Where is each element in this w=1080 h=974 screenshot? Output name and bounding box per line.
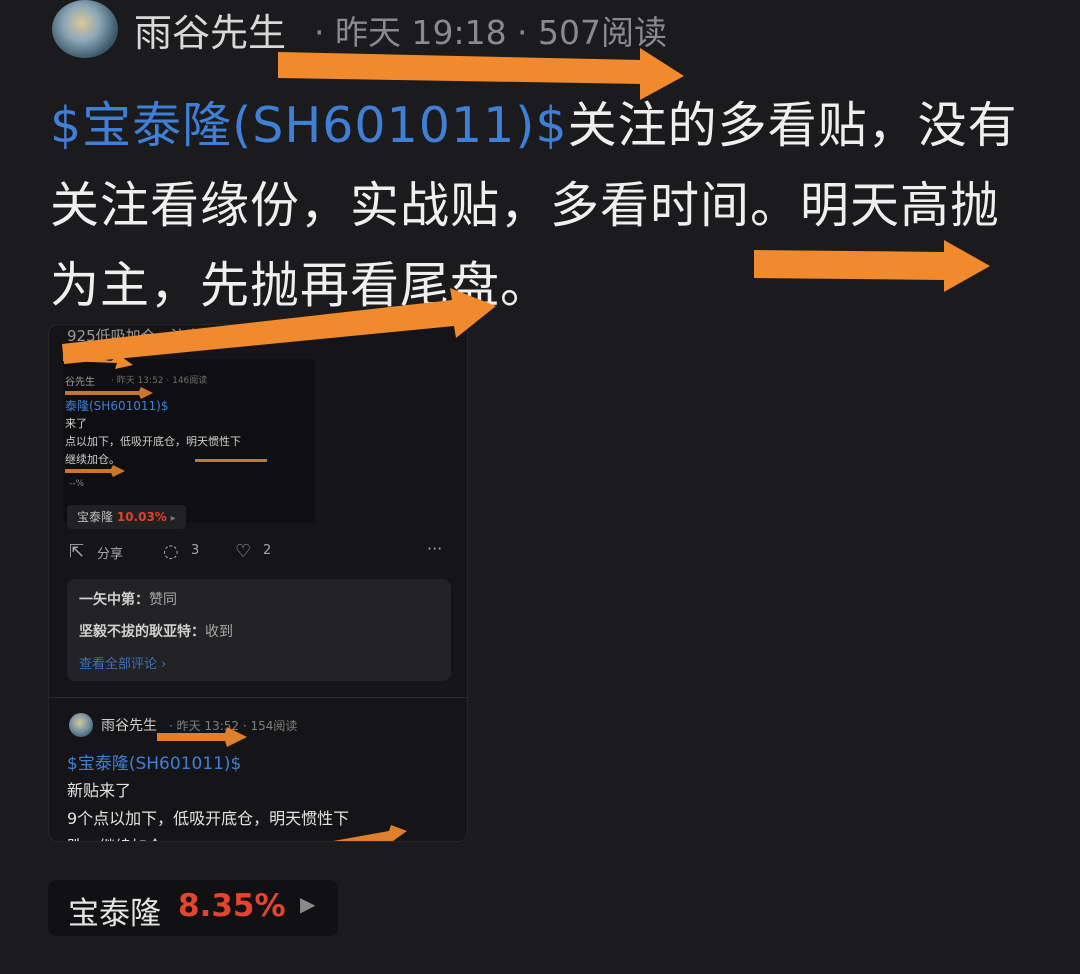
avatar[interactable] <box>52 0 118 58</box>
share-label: 分享 <box>97 547 124 562</box>
attached-screenshot[interactable]: 925低吸加仓，注意仓位。 谷先生 · 昨天 13:52 · 146阅读 泰隆(… <box>48 324 468 842</box>
author-name[interactable]: 雨谷先生 <box>134 2 286 57</box>
comment-2-user: 坚毅不拔的耿亚特： <box>79 624 205 640</box>
stock-chip-name: 宝泰隆 <box>68 896 161 932</box>
post2-avatar <box>69 713 93 737</box>
comment-1-user: 一矢中第： <box>79 592 149 608</box>
post2-line-1: 新贴来了 <box>67 781 132 800</box>
inner-line-4: --% <box>69 479 85 489</box>
inner-line-1: 来了 <box>65 417 87 430</box>
quoted-stock-pct: 10.03% <box>116 510 167 524</box>
post-line-2: 关注看缘份，实战贴，多看时间。明天高抛 <box>50 177 1001 234</box>
quoted-comment-box: 一矢中第：赞同 坚毅不拔的耿亚特：收到 查看全部评论 › <box>67 579 451 681</box>
comment-count: 3 <box>191 543 200 558</box>
post-meta: · 昨天 19:18 · 507阅读 <box>314 13 668 52</box>
divider <box>49 697 467 698</box>
inner-meta: · 昨天 13:52 · 146阅读 <box>111 376 208 386</box>
inner-author: 谷先生 <box>65 377 95 388</box>
comment-1: 一矢中第：赞同 <box>79 589 177 609</box>
chevron-right-icon: ▶ <box>300 892 316 916</box>
post2-meta: · 昨天 13:52 · 154阅读 <box>169 719 298 733</box>
post-line-1-text: 关注的多看贴，没有 <box>567 97 1018 154</box>
stock-link[interactable]: $宝泰隆(SH601011)$ <box>50 97 568 154</box>
post2-author: 雨谷先生 <box>101 718 157 734</box>
quoted-top-fragment: 925低吸加仓，注意仓位。 <box>67 327 246 345</box>
comment-1-text: 赞同 <box>149 592 177 608</box>
comment-2-text: 收到 <box>205 624 233 640</box>
inner-line-3: 继续加仓。 <box>65 453 120 466</box>
post-line-3: 为主，先抛再看尾盘。 <box>50 257 551 314</box>
comment-icon: ◌ <box>163 541 179 562</box>
quoted-stock-name: 宝泰隆 <box>77 510 114 524</box>
quoted-stock-chip: 宝泰隆 10.03% ▸ <box>67 505 186 529</box>
like-icon: ♡ <box>235 541 252 562</box>
inner-line-2: 点以加下，低吸开底仓，明天惯性下 <box>65 435 241 448</box>
more-icon: ··· <box>427 539 443 558</box>
stock-chip[interactable]: 宝泰隆 8.35% ▶ <box>48 880 338 936</box>
post-line-1: $宝泰隆(SH601011)$关注的多看贴，没有 <box>50 86 1050 166</box>
comment-2: 坚毅不拔的耿亚特：收到 <box>79 621 233 641</box>
share-icon: ⇱ <box>69 541 85 562</box>
like-count: 2 <box>263 543 272 558</box>
post2-stock-link: $宝泰隆(SH601011)$ <box>67 754 242 774</box>
post-body: $宝泰隆(SH601011)$关注的多看贴，没有 关注看缘份，实战贴，多看时间。… <box>50 86 1050 326</box>
inner-stock-link: 泰隆(SH601011)$ <box>65 399 169 413</box>
quoted-chip-arrow-icon: ▸ <box>170 513 176 524</box>
inner-screenshot: 谷先生 · 昨天 13:52 · 146阅读 泰隆(SH601011)$ 来了 … <box>63 359 315 523</box>
post2-line-2: 9个点以加下，低吸开底仓，明天惯性下 <box>67 809 350 828</box>
post2-line-3: 跌，继续加仓。 <box>67 833 179 841</box>
stock-chip-pct: 8.35% <box>178 888 286 924</box>
view-all-comments: 查看全部评论 › <box>79 657 167 672</box>
